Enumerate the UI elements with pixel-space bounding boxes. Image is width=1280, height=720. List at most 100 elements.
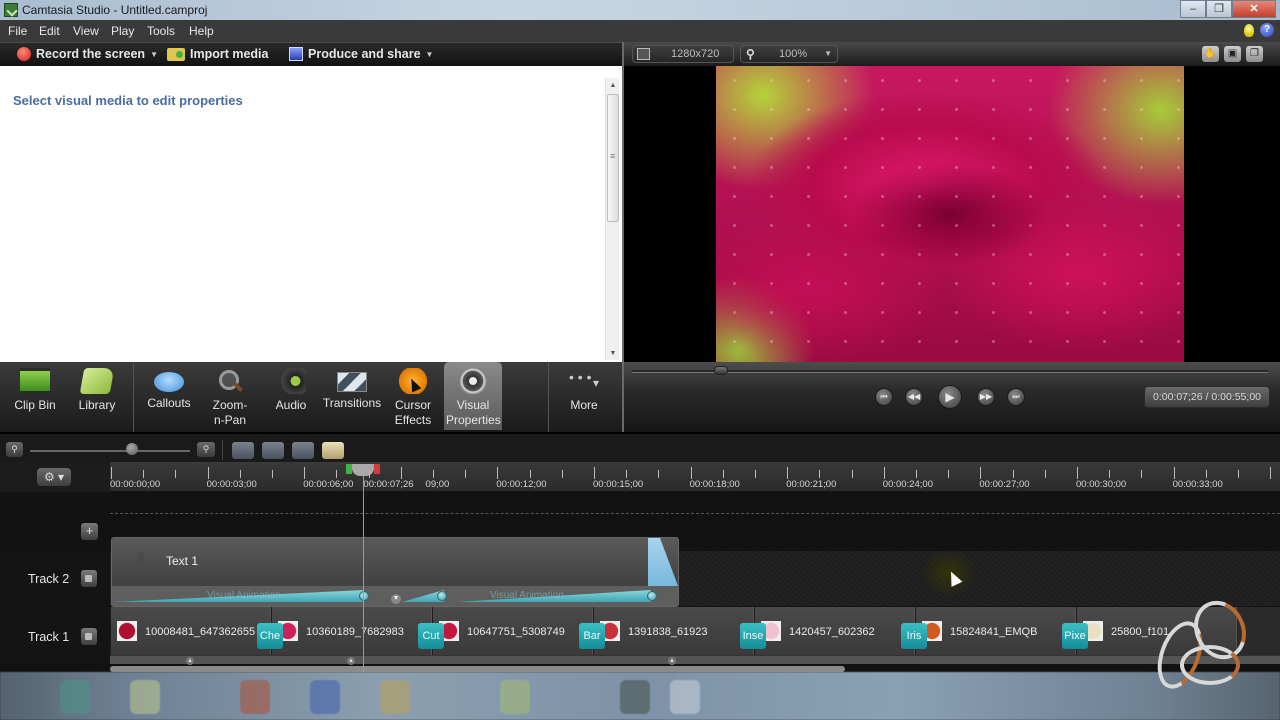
- preview-canvas[interactable]: [624, 66, 1280, 362]
- playhead-thumb[interactable]: [352, 464, 374, 476]
- media-clip[interactable]: 1420457_602362: [754, 607, 915, 655]
- timeline-settings-button[interactable]: ⚙ ▾: [37, 468, 71, 486]
- play-button[interactable]: ▶: [938, 385, 962, 409]
- transition-marker[interactable]: Che: [257, 623, 283, 649]
- clip-bin-icon: [20, 368, 50, 394]
- import-media-button[interactable]: Import media: [167, 47, 269, 61]
- animation-keyframe[interactable]: [359, 591, 369, 601]
- scroll-up-icon[interactable]: ▲: [606, 80, 620, 92]
- clip-marker[interactable]: ▲: [668, 657, 676, 665]
- track-1-lock-icon[interactable]: [81, 628, 97, 645]
- timeline-zoom-knob[interactable]: [126, 443, 139, 455]
- import-media-label: Import media: [190, 47, 269, 61]
- taskbar-app[interactable]: [670, 680, 700, 714]
- transition-marker[interactable]: Iris: [901, 623, 927, 649]
- tab-library[interactable]: Library: [68, 362, 126, 430]
- track-1-lane[interactable]: ▲ ▲ ▲ 10008481_647362655 Che 10360189_7682…: [110, 607, 1280, 665]
- minimize-button[interactable]: –: [1180, 0, 1206, 18]
- scroll-down-icon[interactable]: ▼: [606, 348, 620, 360]
- animation-keyframe[interactable]: [647, 591, 657, 601]
- menu-play[interactable]: Play: [111, 24, 134, 38]
- tab-zoom-n-pan[interactable]: Zoom-n-Pan: [202, 362, 258, 430]
- transition-marker[interactable]: Cut: [418, 623, 444, 649]
- zoom-in-button[interactable]: ⚲: [197, 442, 215, 457]
- timeline-zoom-slider[interactable]: [30, 450, 190, 452]
- animation-add-marker[interactable]: ▼: [391, 594, 401, 604]
- taskbar-app[interactable]: [500, 680, 530, 714]
- timeline-ruler[interactable]: 00:00:00;00 00:00:03;00 00:00:06;00 00:00:0…: [110, 462, 1280, 492]
- media-clip[interactable]: 1391838_61923: [593, 607, 754, 655]
- media-clip[interactable]: 10008481_647362655: [110, 607, 271, 655]
- menu-help[interactable]: Help: [189, 24, 214, 38]
- split-button[interactable]: [262, 442, 284, 459]
- media-clip[interactable]: 10360189_7682983: [271, 607, 432, 655]
- menu-edit[interactable]: Edit: [39, 24, 60, 38]
- taskbar-app[interactable]: [60, 680, 90, 714]
- menu-file[interactable]: File: [8, 24, 27, 38]
- record-screen-button[interactable]: Record the screen ▼: [17, 47, 158, 61]
- ruler-tick: [916, 470, 917, 478]
- clip-name: 1420457_602362: [789, 626, 875, 638]
- animation-bar: Visual Animation ▼ Visual Animation: [112, 586, 678, 606]
- clip-marker[interactable]: ▲: [347, 657, 355, 665]
- produce-share-button[interactable]: Produce and share ▼: [289, 47, 433, 61]
- ruler-label: 00:00:24;00: [882, 479, 933, 490]
- scrub-thumb[interactable]: [714, 366, 729, 375]
- cut-button[interactable]: [232, 442, 254, 459]
- paste-button[interactable]: [322, 442, 344, 459]
- rewind-button[interactable]: ◀◀: [905, 388, 923, 406]
- restore-button[interactable]: ❐: [1206, 0, 1232, 18]
- animation-keyframe[interactable]: [437, 591, 447, 601]
- zoom-dropdown[interactable]: ⚲ 100% ▼: [740, 45, 838, 63]
- pan-hand-icon[interactable]: ✋: [1202, 46, 1219, 62]
- canvas-size-dropdown[interactable]: 1280x720: [632, 45, 734, 63]
- transition-marker[interactable]: Bar: [579, 623, 605, 649]
- zoom-out-button[interactable]: ⚲: [6, 442, 23, 457]
- menu-view[interactable]: View: [73, 24, 99, 38]
- properties-scrollbar[interactable]: ▲ ▼: [605, 78, 619, 360]
- taskbar-app[interactable]: [240, 680, 270, 714]
- tab-visual-properties[interactable]: Visual Properties: [444, 362, 502, 430]
- menu-tools[interactable]: Tools: [147, 24, 175, 38]
- copy-button[interactable]: [292, 442, 314, 459]
- scrollbar-thumb[interactable]: [607, 94, 619, 222]
- camtasia-app-icon: [4, 3, 18, 17]
- add-track-button[interactable]: +: [81, 523, 98, 540]
- resize-icon: [637, 48, 650, 60]
- title-bar: Camtasia Studio - Untitled.camproj – ❐ ✕: [0, 0, 1280, 20]
- lightbulb-icon[interactable]: [1244, 24, 1254, 37]
- ruler-tick: [497, 467, 499, 479]
- timecode-display: 0:00:07;26 / 0:00:55;00: [1144, 386, 1270, 408]
- media-clip[interactable]: 10647751_5308749: [432, 607, 593, 655]
- tab-label: More: [570, 398, 598, 412]
- tab-more[interactable]: More: [556, 362, 612, 430]
- go-to-start-button[interactable]: ⏮: [875, 388, 893, 406]
- fast-forward-button[interactable]: ▶▶: [977, 388, 995, 406]
- transition-marker[interactable]: Inse: [740, 623, 766, 649]
- tab-audio[interactable]: Audio: [264, 362, 318, 430]
- detach-preview-icon[interactable]: ❐: [1246, 46, 1263, 62]
- taskbar-app[interactable]: [380, 680, 410, 714]
- help-icon[interactable]: ?: [1260, 23, 1274, 37]
- clip-name: 10360189_7682983: [306, 626, 404, 638]
- tab-clip-bin[interactable]: Clip Bin: [4, 362, 66, 430]
- close-button[interactable]: ✕: [1232, 0, 1276, 18]
- track-2-lane[interactable]: Text 1 Visual Animation ▼ Visual Animati…: [110, 537, 1280, 607]
- clip-marker[interactable]: ▲: [186, 657, 194, 665]
- tab-transitions[interactable]: Transitions: [320, 362, 384, 430]
- more-icon: [569, 368, 599, 394]
- media-clip[interactable]: 15824841_EMQB: [915, 607, 1076, 655]
- tab-callouts[interactable]: Callouts: [140, 362, 198, 430]
- text-clip[interactable]: Text 1 Visual Animation ▼ Visual Animati…: [111, 537, 679, 607]
- fit-screen-icon[interactable]: ▣: [1224, 46, 1241, 62]
- transition-marker[interactable]: Pixe: [1062, 623, 1088, 649]
- taskbar-app[interactable]: [310, 680, 340, 714]
- taskbar-app[interactable]: [620, 680, 650, 714]
- playhead-handle[interactable]: [346, 464, 380, 476]
- taskbar-app[interactable]: [130, 680, 160, 714]
- selection-end-marker[interactable]: [374, 464, 380, 474]
- tab-cursor-effects[interactable]: Cursor Effects: [386, 362, 440, 430]
- track-2-lock-icon[interactable]: [81, 570, 97, 587]
- tab-label: Clip Bin: [14, 398, 56, 412]
- go-to-end-button[interactable]: ⏭: [1007, 388, 1025, 406]
